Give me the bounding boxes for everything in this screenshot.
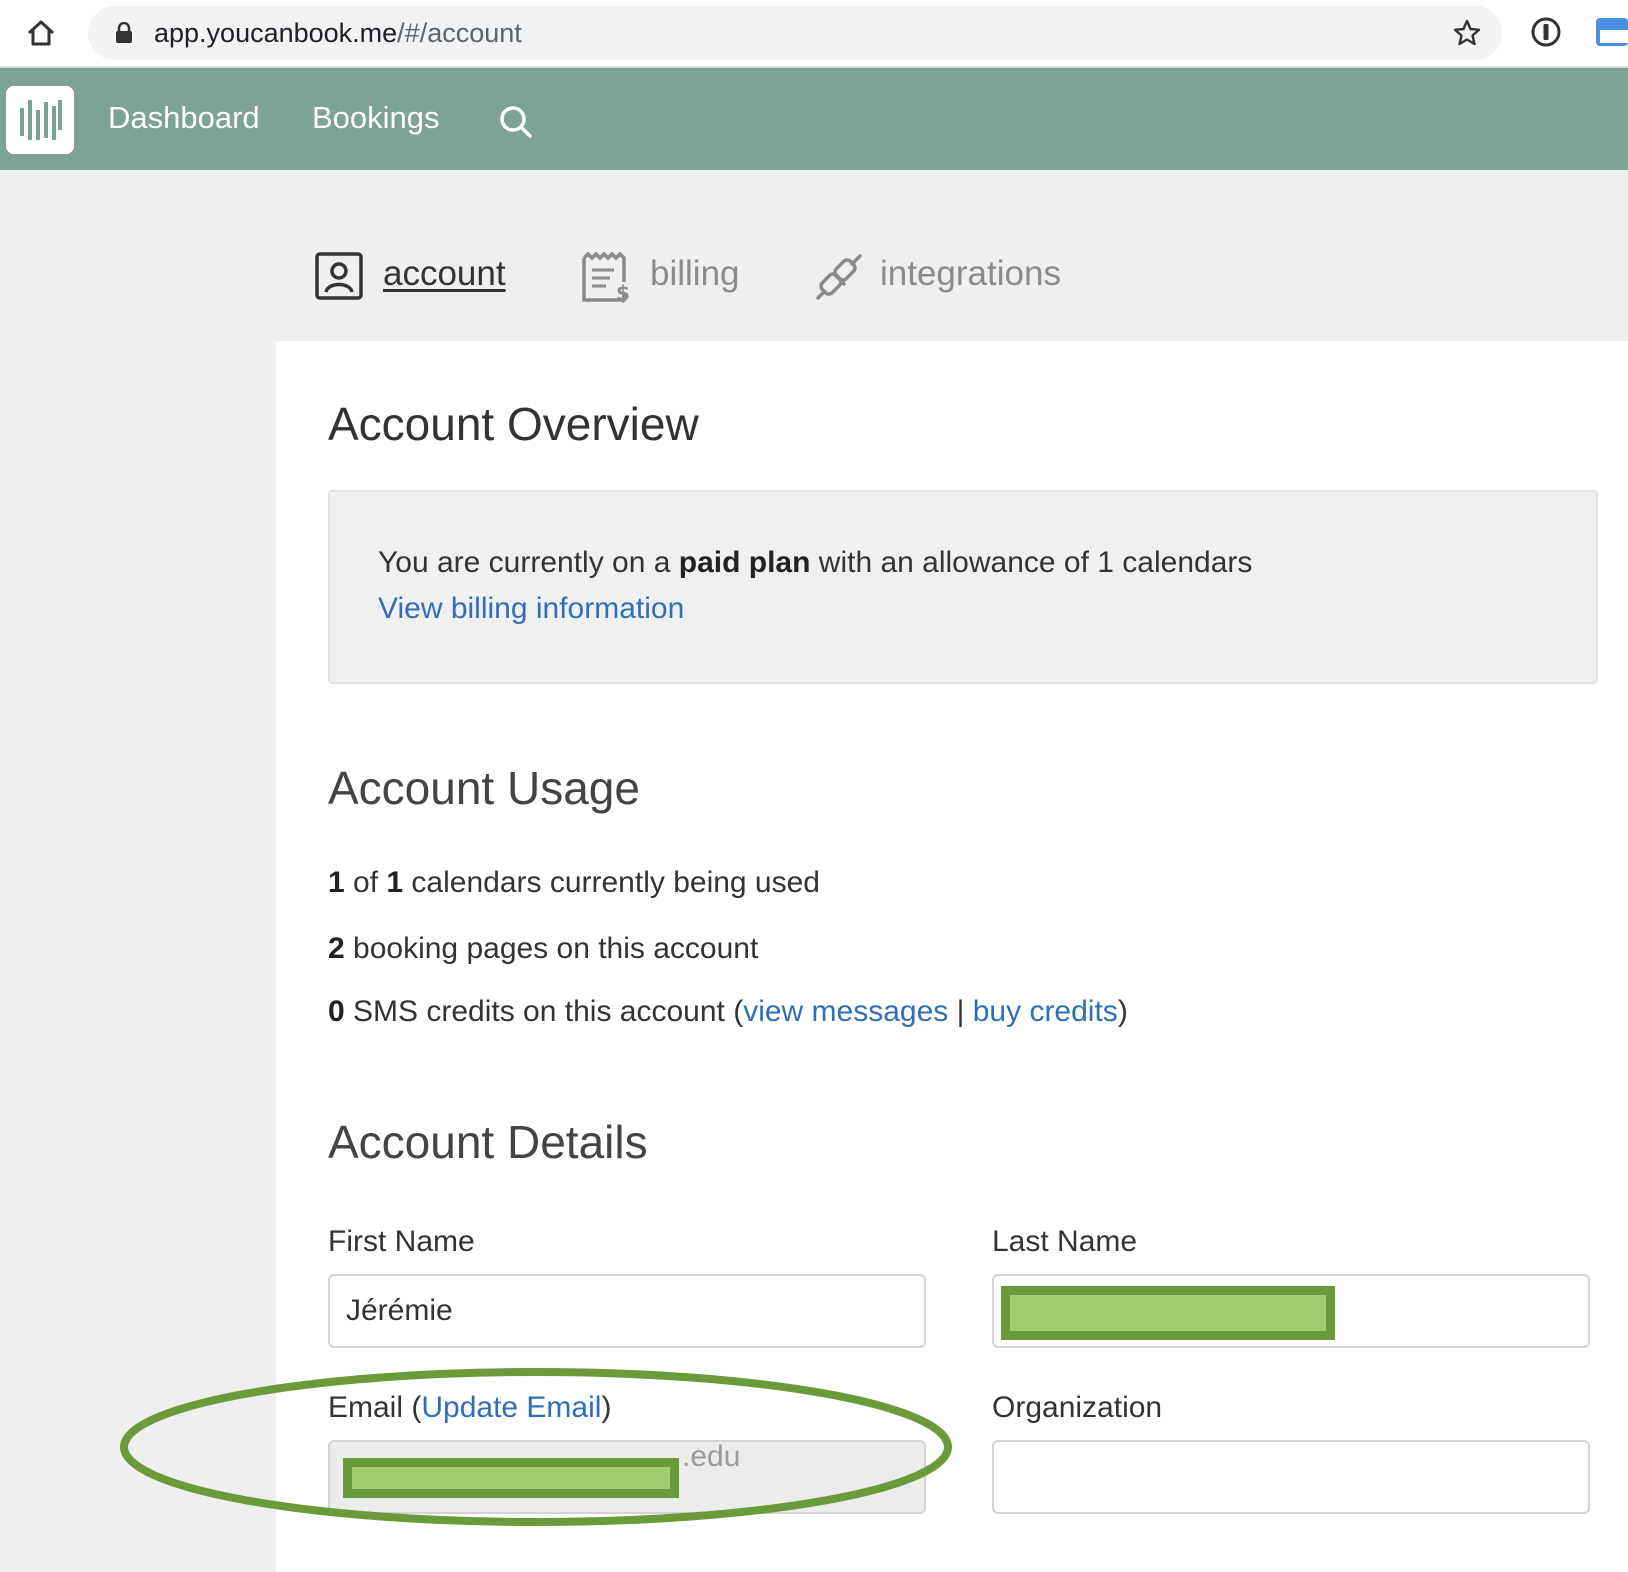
address-bar[interactable]: app.youcanbook.me/#/account <box>88 6 1502 60</box>
password-manager-icon[interactable] <box>1530 16 1562 48</box>
tab-account-label: account <box>383 254 506 293</box>
plan-summary: You are currently on a paid plan with an… <box>378 546 1252 580</box>
organization-label: Organization <box>992 1391 1163 1424</box>
plan-name: paid plan <box>678 546 811 579</box>
last-name-redaction <box>1001 1286 1335 1340</box>
logo-icon <box>20 100 62 140</box>
home-icon[interactable] <box>24 16 58 50</box>
tab-billing[interactable]: $ billing <box>580 250 750 304</box>
calendars-used: 1 <box>328 866 345 899</box>
calendars-text: calendars currently being used <box>403 866 820 899</box>
plug-icon <box>816 254 862 300</box>
first-name-input[interactable] <box>328 1274 926 1348</box>
booking-pages-usage: 2 booking pages on this account <box>328 932 758 966</box>
sms-credits-count: 0 <box>328 995 345 1028</box>
url-path: /#/account <box>397 18 522 48</box>
calendars-usage: 1 of 1 calendars currently being used <box>328 866 820 900</box>
tab-account[interactable]: account <box>315 250 515 304</box>
lock-icon <box>116 22 132 43</box>
last-name-label: Last Name <box>992 1225 1138 1258</box>
highlight-ellipse <box>120 1368 952 1526</box>
nav-dashboard[interactable]: Dashboard <box>108 100 260 136</box>
account-overview-heading: Account Overview <box>328 398 699 450</box>
sms-credits-usage: 0 SMS credits on this account (view mess… <box>328 995 1128 1029</box>
first-name-label: First Name <box>328 1225 475 1258</box>
view-messages-link[interactable]: view messages <box>743 995 948 1028</box>
search-icon[interactable] <box>498 104 534 140</box>
plan-suffix: with an allowance of 1 calendars <box>810 546 1253 579</box>
tab-integrations[interactable]: integrations <box>814 250 1084 304</box>
plan-info-box: You are currently on a paid plan with an… <box>328 490 1598 684</box>
buy-credits-link[interactable]: buy credits <box>973 995 1118 1028</box>
url-text[interactable]: app.youcanbook.me/#/account <box>154 18 522 49</box>
close-paren: ) <box>1117 995 1128 1028</box>
app-navbar: Dashboard Bookings <box>0 68 1628 170</box>
organization-input[interactable] <box>992 1440 1590 1514</box>
calendars-total: 1 <box>386 866 404 899</box>
youcanbookme-logo[interactable] <box>6 86 74 154</box>
link-separator: | <box>948 995 973 1028</box>
booking-pages-text: booking pages on this account <box>344 932 759 965</box>
svg-text:$: $ <box>616 281 630 304</box>
nav-bookings[interactable]: Bookings <box>312 100 440 136</box>
calendar-extension-icon[interactable] <box>1594 16 1628 48</box>
plan-prefix: You are currently on a <box>378 546 679 579</box>
browser-toolbar: app.youcanbook.me/#/account <box>0 0 1628 68</box>
user-icon <box>315 252 363 300</box>
invoice-icon: $ <box>582 252 630 304</box>
view-billing-link[interactable]: View billing information <box>378 592 684 626</box>
bookmark-star-icon[interactable] <box>1452 18 1482 48</box>
url-host: app.youcanbook.me <box>154 18 398 48</box>
sms-credits-text: SMS credits on this account ( <box>344 995 744 1028</box>
account-details-heading: Account Details <box>328 1116 648 1168</box>
tab-billing-label: billing <box>650 254 740 293</box>
booking-pages-count: 2 <box>328 932 345 965</box>
account-usage-heading: Account Usage <box>328 762 640 814</box>
calendars-of: of <box>344 866 387 899</box>
tab-integrations-label: integrations <box>880 254 1061 293</box>
